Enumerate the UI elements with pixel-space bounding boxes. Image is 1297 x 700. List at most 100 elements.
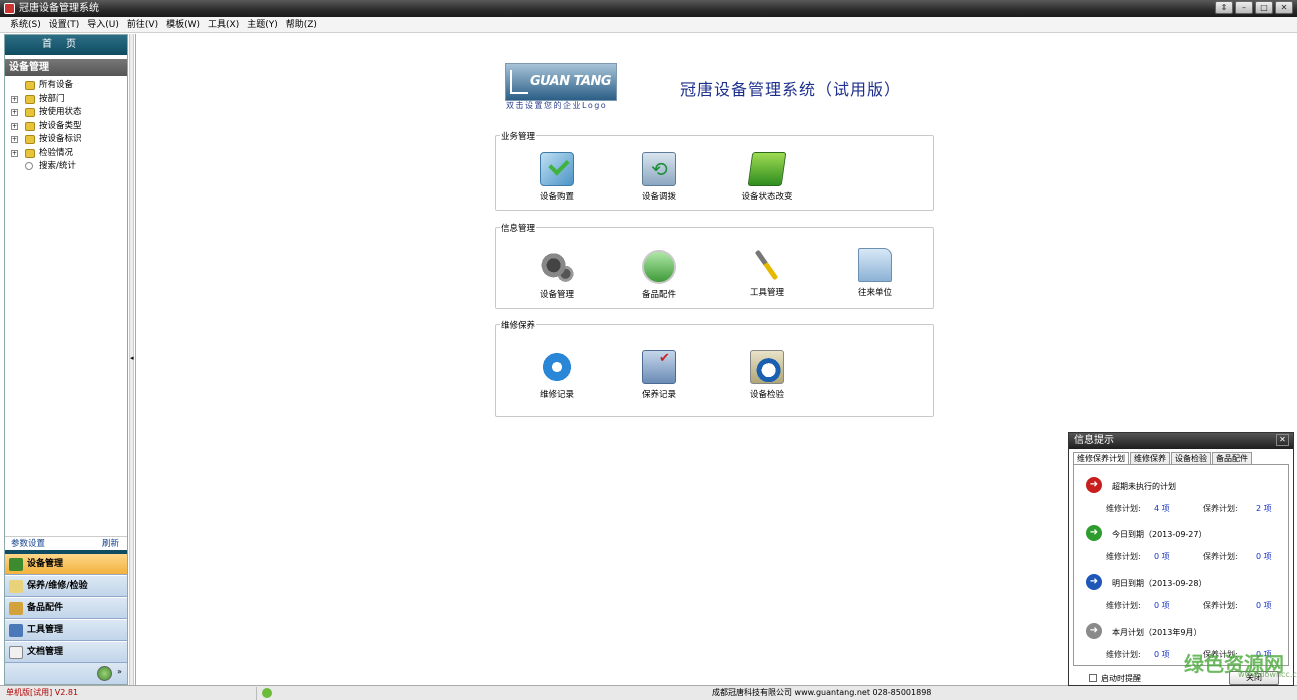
home-button[interactable]: 首页 — [5, 35, 127, 55]
parts-icon — [642, 250, 676, 284]
refresh-link[interactable]: 刷新 — [102, 537, 119, 551]
tile-device-inspection[interactable]: 设备检验 — [732, 350, 802, 400]
tree-item-by-mark[interactable]: + 按设备标识 — [9, 133, 125, 147]
tile-status-change[interactable]: 设备状态改变 — [732, 152, 802, 202]
window-controls: ⇕ – □ ✕ — [1215, 1, 1293, 14]
popup-close-icon[interactable]: ✕ — [1276, 434, 1289, 446]
tile-device-purchase[interactable]: 设备购置 — [522, 152, 592, 202]
tile-maintenance-records[interactable]: 保养记录 — [624, 350, 694, 400]
menu-tools[interactable]: 工具(X) — [204, 17, 243, 32]
expand-icon[interactable]: + — [11, 136, 18, 143]
inspection-icon — [750, 350, 784, 384]
collapse-arrow-icon[interactable]: ◂ — [130, 354, 134, 362]
section-header: 设备管理 — [5, 59, 127, 76]
close-icon[interactable]: ✕ — [1275, 1, 1293, 14]
restore-down-icon[interactable]: ⇕ — [1215, 1, 1233, 14]
expand-icon[interactable]: + — [11, 95, 18, 103]
window-title: 冠唐设备管理系统 — [19, 3, 99, 14]
status-bar: 单机版[试用] V2.81 成都冠唐科技有限公司 www.guantang.ne… — [0, 685, 1297, 700]
expand-icon[interactable]: + — [11, 149, 18, 157]
nav-spare-parts[interactable]: 备品配件 — [5, 598, 127, 619]
app-icon — [4, 3, 15, 14]
chevron-right-icon[interactable]: » — [117, 667, 122, 676]
maximize-icon[interactable]: □ — [1255, 1, 1273, 14]
logo-caption: 双击设置您的企业Logo — [506, 101, 608, 110]
nav-maintenance[interactable]: 保养/维修/检验 — [5, 576, 127, 597]
tile-spare-parts[interactable]: 备品配件 — [624, 250, 694, 300]
tile-device-transfer[interactable]: 设备调拨 — [624, 152, 694, 202]
menu-template[interactable]: 模板(W) — [162, 17, 204, 32]
nav-tool-management[interactable]: 工具管理 — [5, 620, 127, 641]
folder-icon — [25, 135, 35, 144]
version-label: 单机版[试用] V2.81 — [6, 688, 79, 697]
menu-system[interactable]: 系统(S) — [6, 17, 45, 32]
toolbox-icon — [9, 624, 23, 637]
nav-footer: » — [5, 663, 127, 684]
folder-icon — [25, 121, 35, 131]
nav-device-management[interactable]: 设备管理 — [5, 554, 127, 575]
device-tree: 所有设备 + 按部门 + 按使用状态 + 按设备类型 + 按设备标识 + 检验情… — [9, 79, 125, 174]
home-icon — [9, 558, 23, 571]
tab-inspection[interactable]: 设备检验 — [1171, 452, 1211, 464]
status-change-icon — [747, 152, 787, 186]
gears-icon — [540, 250, 574, 284]
folder-icon — [25, 81, 35, 90]
document-icon — [9, 646, 23, 659]
purchase-icon — [540, 152, 574, 186]
tree-item-all-devices[interactable]: 所有设备 — [9, 79, 125, 93]
logo-mark-icon — [510, 70, 528, 94]
expand-icon[interactable]: + — [11, 109, 18, 116]
folder-icon — [858, 248, 892, 282]
tile-vendors[interactable]: 往来单位 — [840, 248, 910, 298]
system-title: 冠唐设备管理系统（试用版） — [680, 80, 902, 99]
status-indicator-icon — [262, 688, 272, 698]
arrow-right-red-icon: ➜ — [1086, 477, 1102, 493]
tree-item-by-status[interactable]: + 按使用状态 — [9, 106, 125, 120]
tree-item-inspection[interactable]: + 检验情况 — [9, 147, 125, 161]
company-logo[interactable]: GUAN TANG — [505, 63, 617, 101]
popup-title: 信息提示 — [1074, 435, 1114, 446]
status-divider — [256, 687, 257, 700]
panel-splitter[interactable]: ◂ — [129, 34, 134, 685]
tab-parts[interactable]: 备品配件 — [1212, 452, 1252, 464]
menu-bar: 系统(S) 设置(T) 导入(U) 前往(V) 模板(W) 工具(X) 主题(Y… — [0, 17, 1297, 33]
tab-maintenance[interactable]: 维修保养 — [1130, 452, 1170, 464]
transfer-icon — [642, 152, 676, 186]
menu-goto[interactable]: 前往(V) — [123, 17, 162, 32]
notepad-icon — [9, 580, 23, 593]
popup-body: ➜ 超期未执行的计划 维修计划: 4 项 保养计划: 2 项 ➜ 今日到期（20… — [1073, 464, 1289, 666]
menu-settings[interactable]: 设置(T) — [45, 17, 84, 32]
tree-item-by-department[interactable]: + 按部门 — [9, 93, 125, 107]
logo-text: GUAN TANG — [530, 74, 612, 89]
tree-item-search[interactable]: 搜索/统计 — [9, 160, 125, 174]
startup-reminder-label: 启动时提醒 — [1101, 674, 1141, 683]
menu-import[interactable]: 导入(U) — [83, 17, 123, 32]
tile-repair-records[interactable]: 维修记录 — [522, 350, 592, 400]
group-information-title: 信息管理 — [500, 222, 537, 234]
tile-tool-management[interactable]: 工具管理 — [732, 248, 802, 298]
menu-theme[interactable]: 主题(Y) — [243, 17, 282, 32]
folder-icon — [25, 148, 35, 158]
maintenance-icon — [642, 350, 676, 384]
arrow-right-blue-icon: ➜ — [1086, 574, 1102, 590]
startup-reminder-checkbox[interactable] — [1089, 674, 1097, 682]
tile-device-management[interactable]: 设备管理 — [522, 250, 592, 300]
arrow-right-green-icon: ➜ — [1086, 525, 1102, 541]
expand-icon[interactable]: + — [11, 122, 18, 130]
minimize-icon[interactable]: – — [1235, 1, 1253, 14]
check-icon[interactable] — [97, 666, 112, 681]
arrow-right-gray-icon: ➜ — [1086, 623, 1102, 639]
ruler-icon — [9, 602, 23, 615]
menu-help[interactable]: 帮助(Z) — [282, 17, 321, 32]
params-settings-link[interactable]: 参数设置 — [11, 537, 45, 551]
folder-icon — [25, 94, 35, 104]
nav-document-management[interactable]: 文档管理 — [5, 642, 127, 663]
sidebar: 首页 设备管理 所有设备 + 按部门 + 按使用状态 + 按设备类型 + 按设备… — [4, 34, 128, 685]
folder-icon — [25, 108, 35, 117]
tree-item-by-type[interactable]: + 按设备类型 — [9, 120, 125, 134]
group-business-title: 业务管理 — [500, 130, 537, 142]
title-bar: 冠唐设备管理系统 ⇕ – □ ✕ — [0, 0, 1297, 17]
popup-title-bar: 信息提示 ✕ — [1069, 433, 1293, 449]
company-info: 成都冠唐科技有限公司 www.guantang.net 028-85001898 — [712, 688, 932, 697]
watermark-url: www.downcc.com — [1238, 670, 1297, 679]
